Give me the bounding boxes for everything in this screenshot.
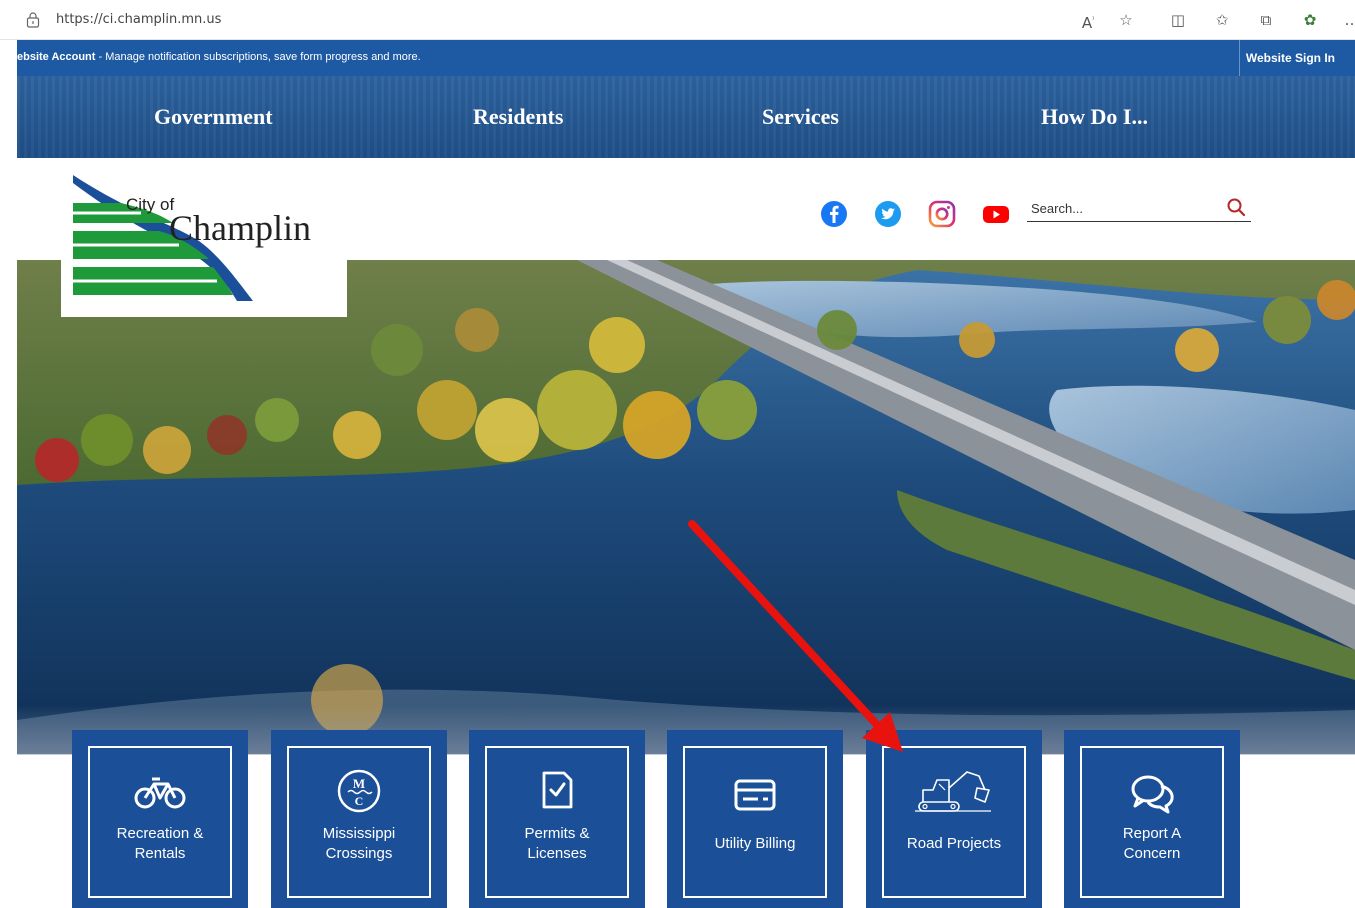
tile-frame: Recreation & Rentals bbox=[88, 746, 232, 898]
tile-frame: Permits & Licenses bbox=[485, 746, 629, 898]
facebook-icon[interactable] bbox=[820, 200, 848, 228]
notice-text: ebsite Account - Manage notification sub… bbox=[17, 51, 421, 63]
tile-label-line1: Report A bbox=[1122, 825, 1182, 842]
lock-icon[interactable] bbox=[26, 12, 40, 28]
extensions-icon[interactable]: ✿ bbox=[1300, 10, 1320, 30]
tile-mississippi-crossings[interactable]: M C Mississippi Crossings bbox=[271, 730, 447, 908]
main-nav: Government Residents Services How Do I..… bbox=[17, 76, 1355, 158]
city-logo[interactable]: City of Champlin bbox=[61, 173, 347, 317]
favorite-star-icon[interactable]: ☆ bbox=[1116, 10, 1136, 30]
tile-frame: Report A Concern bbox=[1080, 746, 1224, 898]
notice-bold: ebsite Account bbox=[17, 51, 96, 63]
tile-label-line1: Mississippi bbox=[322, 825, 396, 842]
tile-label-line1: Recreation & bbox=[116, 825, 204, 842]
tile-frame: M C Mississippi Crossings bbox=[287, 746, 431, 898]
twitter-icon[interactable] bbox=[874, 200, 902, 228]
tile-frame: Road Projects bbox=[882, 746, 1026, 898]
tile-label-line2: Rentals bbox=[134, 845, 186, 862]
read-aloud-icon[interactable]: A⁾ bbox=[1078, 10, 1098, 32]
search-box bbox=[1027, 196, 1251, 222]
split-screen-icon[interactable]: ◫ bbox=[1168, 10, 1188, 30]
account-notice-bar: ebsite Account - Manage notification sub… bbox=[17, 40, 1355, 76]
search-icon[interactable] bbox=[1225, 196, 1247, 218]
logo-city-of: City of bbox=[126, 195, 175, 214]
tile-utility-billing[interactable]: Utility Billing bbox=[667, 730, 843, 908]
chat-bubbles-icon bbox=[1131, 775, 1174, 814]
tile-label-line2: Crossings bbox=[325, 845, 393, 862]
tile-label-line1: Utility Billing bbox=[714, 835, 796, 852]
hero-aerial-photo bbox=[17, 260, 1355, 754]
tile-report-a-concern[interactable]: Report A Concern bbox=[1064, 730, 1240, 908]
excavator-icon bbox=[915, 771, 991, 812]
browser-address-bar: https://ci.champlin.mn.us A⁾ ☆ ◫ ✩ ⧉ ✿ … bbox=[0, 0, 1355, 40]
website-sign-in-link[interactable]: Website Sign In bbox=[1244, 46, 1337, 70]
tile-label-line1: Road Projects bbox=[906, 835, 1002, 852]
svg-text:C: C bbox=[355, 794, 364, 808]
bill-icon bbox=[734, 779, 776, 811]
svg-text:M: M bbox=[353, 776, 365, 791]
favorites-icon[interactable]: ✩ bbox=[1212, 10, 1232, 30]
divider bbox=[1239, 40, 1240, 76]
mc-logo-icon: M C bbox=[337, 769, 381, 813]
tile-recreation-rentals[interactable]: Recreation & Rentals bbox=[72, 730, 248, 908]
checklist-icon bbox=[542, 771, 573, 809]
tile-frame: Utility Billing bbox=[683, 746, 827, 898]
nav-services[interactable]: Services bbox=[762, 104, 839, 130]
bicycle-icon bbox=[134, 777, 186, 809]
instagram-icon[interactable] bbox=[928, 200, 956, 228]
website: ebsite Account - Manage notification sub… bbox=[17, 40, 1355, 908]
more-icon[interactable]: … bbox=[1342, 10, 1355, 30]
collections-icon[interactable]: ⧉ bbox=[1256, 10, 1276, 30]
tile-label-line2: Concern bbox=[1123, 845, 1181, 862]
logo-champlin: Champlin bbox=[169, 208, 311, 248]
youtube-icon[interactable] bbox=[982, 200, 1010, 228]
tile-label-line1: Permits & bbox=[524, 825, 590, 842]
search-input[interactable] bbox=[1031, 198, 1211, 218]
url-text[interactable]: https://ci.champlin.mn.us bbox=[56, 12, 221, 27]
nav-government[interactable]: Government bbox=[154, 104, 273, 130]
tile-permits-licenses[interactable]: Permits & Licenses bbox=[469, 730, 645, 908]
nav-how-do-i[interactable]: How Do I... bbox=[1041, 104, 1148, 130]
notice-message: - Manage notification subscriptions, sav… bbox=[95, 51, 421, 63]
nav-residents[interactable]: Residents bbox=[473, 104, 563, 130]
tile-road-projects[interactable]: Road Projects bbox=[866, 730, 1042, 908]
tile-label-line2: Licenses bbox=[527, 845, 587, 862]
